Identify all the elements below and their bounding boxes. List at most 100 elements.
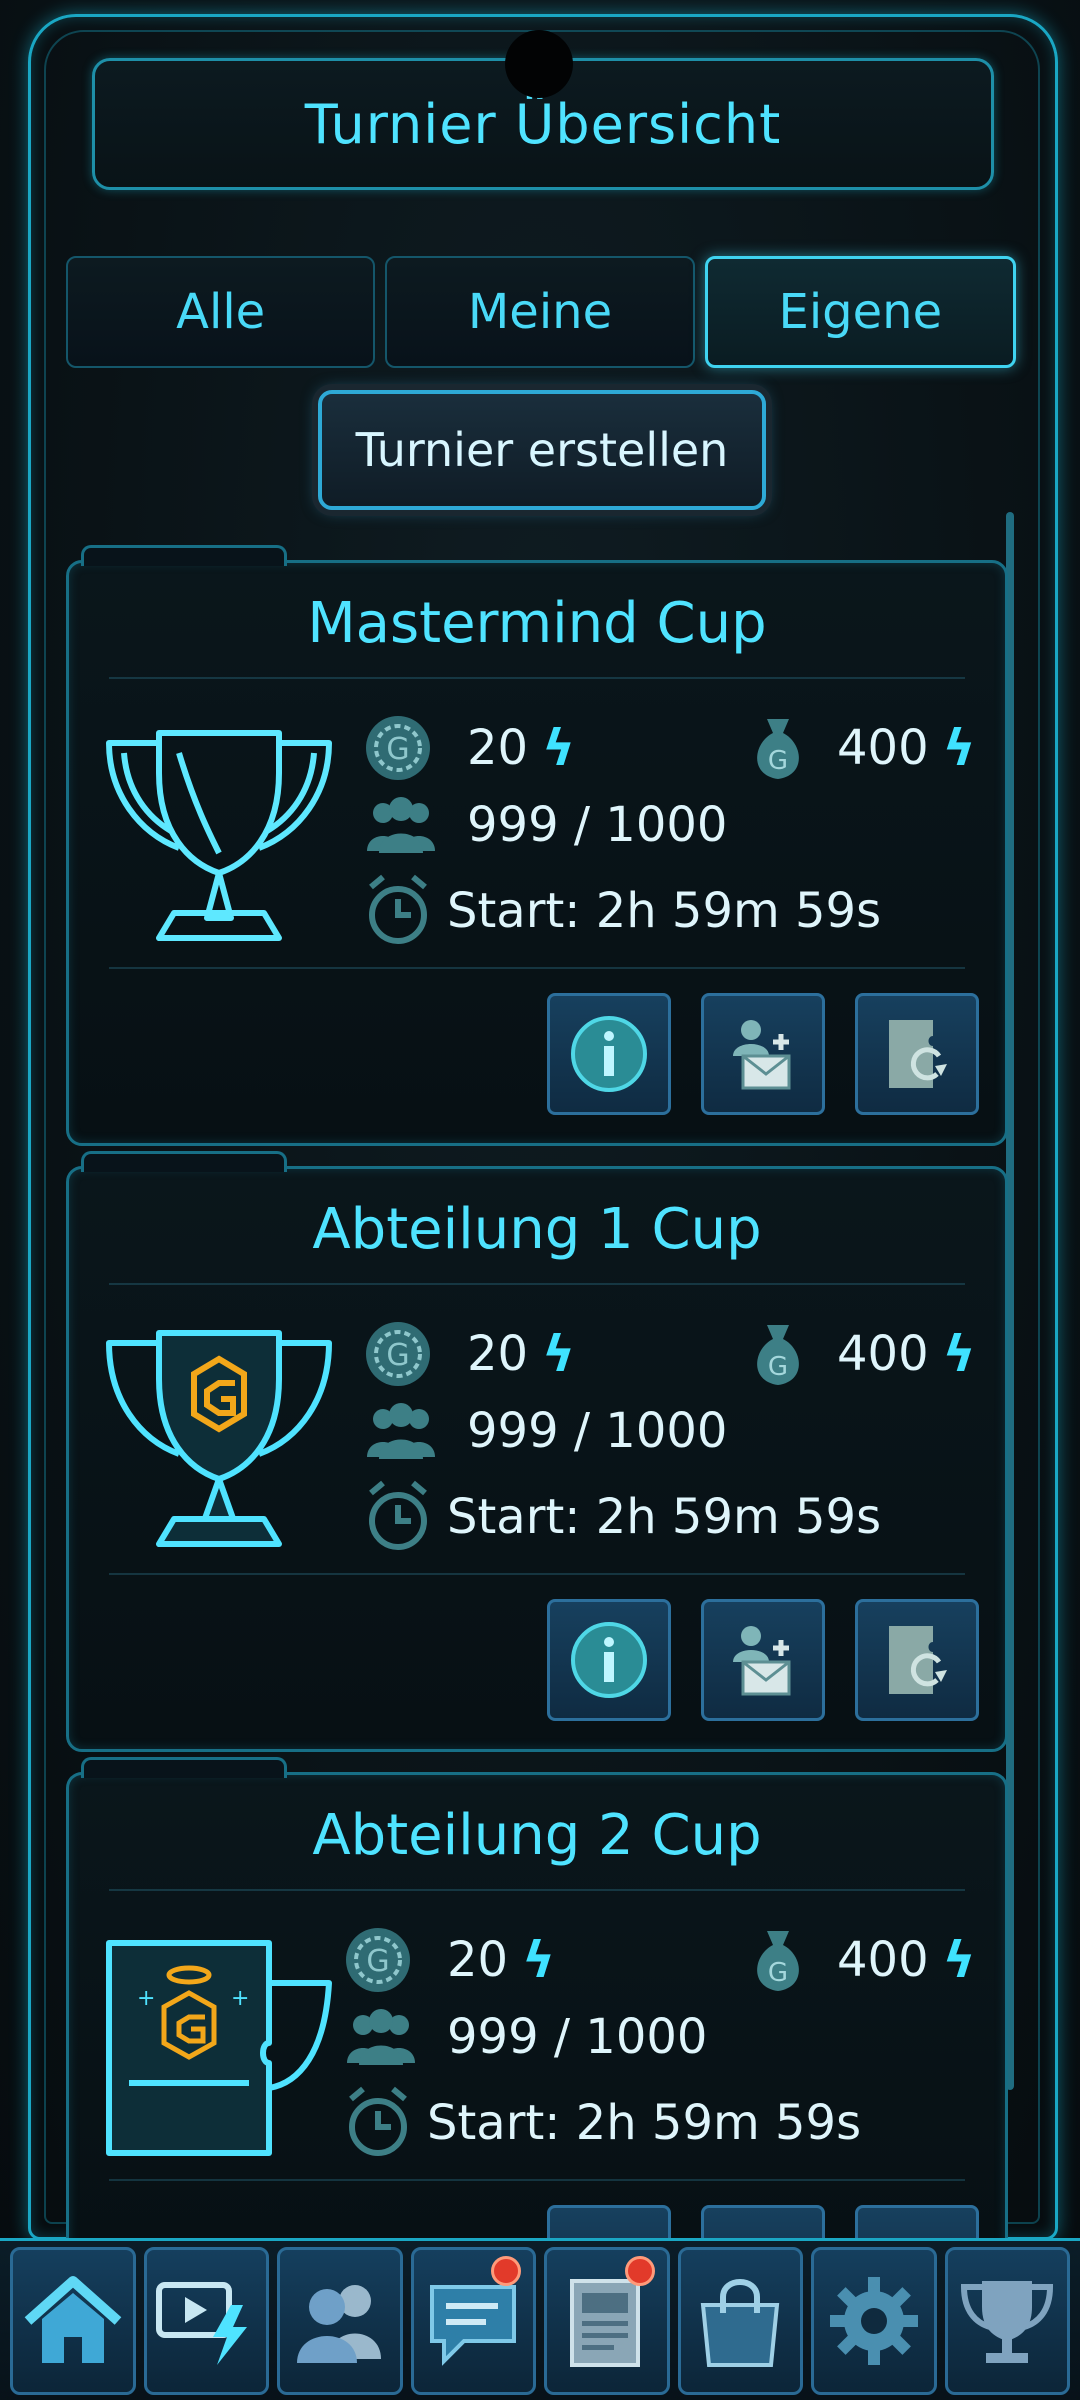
entry-fee: G 20 ϟ [343, 1925, 555, 1995]
bolt-currency-icon: ϟ [522, 1931, 556, 1989]
divider [109, 1889, 965, 1891]
entry-fee-value: 20 [467, 720, 529, 776]
player-count: 999 / 1000 [363, 1401, 727, 1461]
prize-value: 400 [837, 1326, 929, 1382]
trophy-icon [961, 2280, 1054, 2363]
nav-settings[interactable] [811, 2246, 937, 2395]
settings-gear-icon [829, 2276, 918, 2365]
ticket-refresh-button[interactable] [855, 993, 979, 1115]
prize-value: 400 [837, 720, 929, 776]
money-bag-icon: G [757, 719, 799, 779]
svg-text:G: G [768, 1352, 788, 1382]
money-bag-icon: G [757, 1325, 799, 1385]
alarm-clock-icon [349, 2086, 407, 2156]
player-count-value: 999 / 1000 [467, 1403, 728, 1459]
alarm-clock-icon [369, 1480, 427, 1550]
prize-pool: G 400 ϟ [745, 1925, 976, 1995]
nav-video[interactable] [143, 2246, 269, 2395]
entry-fee: G 20 ϟ [363, 713, 575, 783]
tournament-card: Abteilung 1 Cup G 20 ϟ G 400 ϟ 999 / 100… [66, 1151, 1008, 1752]
nav-home[interactable] [10, 2246, 136, 2395]
create-tournament-button[interactable]: Turnier erstellen [318, 390, 766, 510]
tournament-card: Mastermind Cup G 20 ϟ G 400 ϟ 999 / 1000… [66, 545, 1008, 1146]
players-icon [367, 1403, 435, 1459]
camera-notch [505, 30, 573, 98]
ticket-refresh-icon [889, 1020, 947, 1088]
news-icon [569, 2278, 640, 2367]
ticket-refresh-button[interactable] [855, 1599, 979, 1721]
player-count-value: 999 / 1000 [447, 2009, 708, 2065]
svg-text:G: G [768, 1958, 788, 1988]
prize-pool: G 400 ϟ [745, 713, 976, 783]
nav-news[interactable] [544, 2246, 670, 2395]
info-button[interactable] [547, 1599, 671, 1721]
tab-eigene[interactable]: Eigene [704, 256, 1016, 368]
outline-trophy-icon [106, 730, 332, 941]
prize-pool: G 400 ϟ [745, 1319, 976, 1389]
shop-bag-icon [701, 2278, 780, 2367]
svg-text:+: + [231, 1986, 249, 2011]
card-tab-decoration [81, 1757, 287, 1778]
chip-icon: G [346, 1928, 410, 1992]
chat-notification-badge [491, 2255, 521, 2286]
tournament-title: Abteilung 1 Cup [312, 1197, 762, 1262]
player-count: 999 / 1000 [363, 795, 727, 855]
bolt-currency-icon: ϟ [942, 1931, 976, 1989]
home-icon [24, 2275, 122, 2363]
g-mug-trophy-icon: + + [106, 1940, 332, 2156]
money-bag-icon: G [757, 1931, 799, 1991]
entry-fee-value: 20 [467, 1326, 529, 1382]
prize-value: 400 [837, 1932, 929, 1988]
card-actions [547, 993, 979, 1115]
bottom-navigation [0, 2238, 1080, 2400]
svg-text:+: + [137, 1986, 155, 2011]
info-button[interactable] [547, 993, 671, 1115]
invite-mail-icon [733, 1626, 791, 1696]
card-tab-decoration [81, 1151, 287, 1172]
g-trophy-icon [106, 1330, 332, 1547]
nav-chat[interactable] [410, 2246, 536, 2395]
start-timer: Start: 2h 59m 59s [343, 2085, 861, 2161]
entry-fee: G 20 ϟ [363, 1319, 575, 1389]
player-count-value: 999 / 1000 [467, 797, 728, 853]
start-timer-value: Start: 2h 59m 59s [447, 883, 882, 939]
entry-fee-value: 20 [447, 1932, 509, 1988]
ticket-refresh-icon [889, 1626, 947, 1694]
friends-icon [296, 2284, 381, 2363]
nav-shop[interactable] [677, 2246, 803, 2395]
chat-icon [430, 2284, 517, 2366]
tab-meine[interactable]: Meine [385, 256, 695, 368]
start-timer-value: Start: 2h 59m 59s [447, 1489, 882, 1545]
card-tab-decoration [81, 545, 287, 566]
players-icon [367, 797, 435, 853]
news-notification-badge [624, 2255, 655, 2286]
tournament-title: Abteilung 2 Cup [312, 1803, 762, 1868]
nav-friends[interactable] [277, 2246, 403, 2395]
info-icon [571, 1622, 647, 1698]
bolt-currency-icon: ϟ [942, 1325, 976, 1383]
svg-text:G: G [386, 1338, 409, 1373]
card-actions [547, 1599, 979, 1721]
bolt-currency-icon: ϟ [942, 719, 976, 777]
start-timer: Start: 2h 59m 59s [363, 1479, 881, 1555]
divider [109, 1573, 965, 1575]
divider [109, 1283, 965, 1285]
chip-icon: G [366, 716, 430, 780]
alarm-clock-icon [369, 874, 427, 944]
nav-tournaments[interactable] [944, 2246, 1070, 2395]
invite-button[interactable] [701, 993, 825, 1115]
page-title: Turnier Übersicht [304, 92, 782, 156]
video-bolt-icon [156, 2281, 248, 2365]
tournament-card: Abteilung 2 Cup + + G 20 ϟ G 400 ϟ 999 /… [66, 1757, 1008, 2327]
invite-button[interactable] [701, 1599, 825, 1721]
svg-text:G: G [768, 746, 788, 776]
tab-alle[interactable]: Alle [66, 256, 376, 368]
filter-tabs: Alle Meine Eigene [66, 256, 1016, 368]
divider [109, 677, 965, 679]
bolt-currency-icon: ϟ [542, 1325, 576, 1383]
tournament-title: Mastermind Cup [307, 591, 767, 656]
divider [109, 967, 965, 969]
divider [109, 2179, 965, 2181]
invite-mail-icon [733, 1020, 791, 1090]
svg-text:G: G [386, 732, 409, 767]
